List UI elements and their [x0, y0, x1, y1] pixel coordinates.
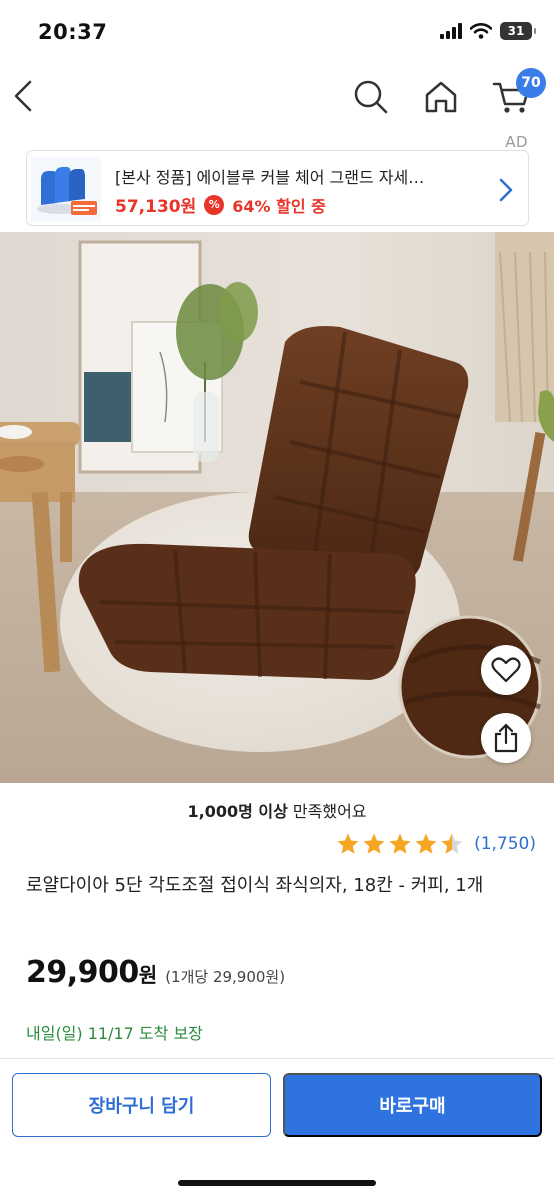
ad-product-thumbnail [31, 157, 101, 221]
product-image[interactable] [0, 232, 554, 783]
back-arrow-icon[interactable] [10, 76, 40, 116]
half-star-icon [441, 833, 463, 854]
wifi-icon [470, 23, 492, 39]
product-title: 로얄다이아 5단 각도조절 접이식 좌식의자, 18칸 - 커피, 1개 [26, 875, 484, 896]
search-icon[interactable] [352, 78, 390, 116]
ad-discount: 64% 할인 중 [232, 196, 326, 216]
share-icon [494, 723, 518, 753]
rating-count[interactable]: (1,750) [474, 834, 536, 854]
star-icon [337, 833, 359, 854]
wishlist-button[interactable] [481, 645, 531, 695]
status-bar: 20:37 31 [0, 0, 554, 62]
battery-icon: 31 [500, 22, 536, 40]
price-value: 29,900 [26, 955, 139, 990]
home-icon[interactable] [422, 78, 460, 116]
ad-title: [본사 정품] 에이블루 커블 체어 그랜드 자세… [115, 168, 425, 187]
bottom-bar-divider [0, 1058, 554, 1059]
home-indicator [178, 1180, 376, 1186]
ad-price-row: 57,130원 % 64% 할인 중 [115, 192, 326, 217]
satisfaction-count: 1,000명 이상 [187, 802, 288, 821]
status-time: 20:37 [38, 20, 108, 44]
price-currency: 원 [138, 963, 158, 987]
satisfaction-suffix: 만족했어요 [287, 802, 367, 821]
delivery-guarantee: 내일(일) 11/17 도착 보장 [26, 1024, 203, 1043]
star-icon [415, 833, 437, 854]
add-to-cart-button[interactable]: 장바구니 담기 [12, 1073, 271, 1137]
heart-icon [491, 657, 521, 683]
ad-price: 57,130원 [115, 197, 197, 217]
nav-bar [0, 62, 554, 132]
star-icon [389, 833, 411, 854]
chevron-right-icon [499, 178, 513, 202]
ad-banner[interactable]: [본사 정품] 에이블루 커블 체어 그랜드 자세… 57,130원 % 64%… [26, 150, 529, 226]
discount-icon: % [204, 194, 225, 215]
satisfaction-text: 1,000명 이상 만족했어요 [0, 798, 554, 822]
buy-now-button[interactable]: 바로구매 [283, 1073, 542, 1137]
rating[interactable]: (1,750) [336, 832, 536, 856]
share-button[interactable] [481, 713, 531, 763]
signal-icon [440, 23, 462, 39]
status-icons: 31 [440, 22, 536, 40]
price-row: 29,900 원 (1개당 29,900원) [26, 955, 285, 990]
battery-level: 31 [507, 24, 525, 38]
floor-chair-photo [0, 232, 554, 783]
star-icon [363, 833, 385, 854]
ad-label: AD [505, 133, 528, 151]
cart-count-badge: 70 [516, 68, 546, 98]
unit-price: (1개당 29,900원) [165, 968, 286, 986]
